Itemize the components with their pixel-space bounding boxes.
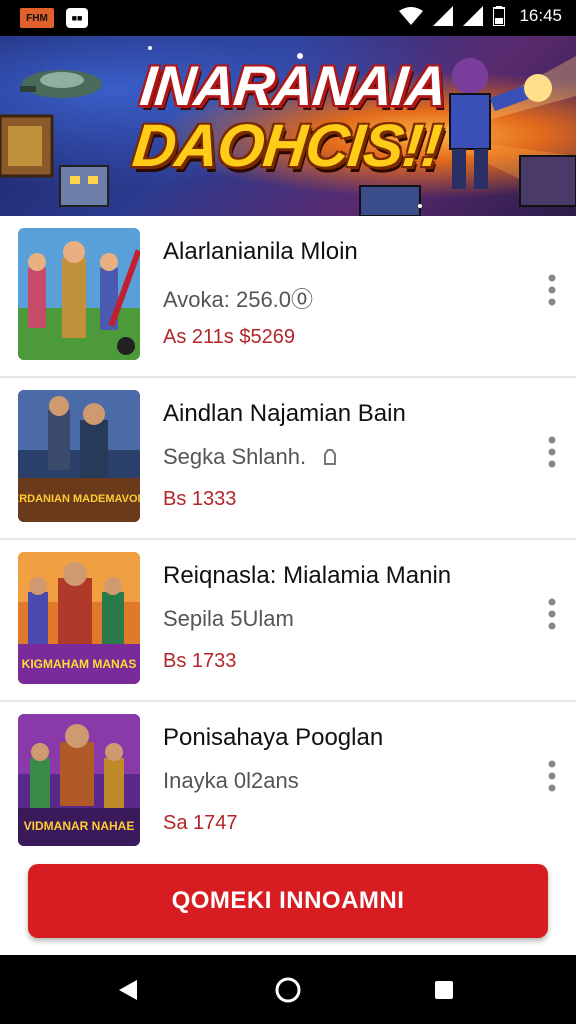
hero-title: INARANAIA DAOHCIS!!	[94, 54, 486, 179]
signal-secondary-icon	[463, 6, 484, 26]
signal-icon	[433, 6, 454, 26]
item-subtitle: Sepila 5Ulam	[163, 606, 294, 631]
more-options-icon[interactable]	[546, 596, 558, 632]
item-price: Bs 1733	[163, 650, 237, 672]
game-list: Alarlanianila Mloin Avoka: 256.0⓪ As 211…	[0, 216, 576, 864]
hero-title-line-2: DAOHCIS!!	[129, 112, 445, 179]
primary-action-button[interactable]: QOMEKI INNOAMNI	[28, 864, 548, 938]
status-time: 16:45	[519, 6, 562, 25]
item-price: Bs 1333	[163, 488, 237, 510]
more-options-icon[interactable]	[546, 272, 558, 308]
crate-icon	[0, 114, 54, 178]
hero-banner[interactable]: INARANAIA DAOHCIS!!	[0, 36, 576, 216]
item-subtitle: Segka Shlanh.	[163, 444, 338, 470]
game-thumbnail[interactable]: FERDANIAN MADEMAVONS	[18, 390, 140, 522]
item-title: Alarlanianila Mloin	[163, 238, 358, 265]
spaceship-icon	[20, 70, 102, 98]
game-thumbnail[interactable]: VIDMANAR NAHAE	[18, 714, 140, 846]
item-subtitle-text: Segka Shlanh.	[163, 444, 307, 469]
home-button[interactable]	[248, 955, 328, 1024]
tag-icon	[324, 449, 337, 465]
item-subtitle: Avoka: 256.0⓪	[163, 287, 314, 312]
list-item[interactable]: KIGMAHAM MANAS Reiqnasla: Mialamia Manin…	[0, 540, 576, 702]
wifi-icon	[399, 7, 424, 25]
item-subtitle: Inayka 0l2ans	[163, 768, 299, 793]
app-notification-icon: FHM	[20, 8, 54, 28]
hero-title-line-1: INARANAIA	[137, 54, 450, 117]
home-circle-icon	[275, 977, 301, 1002]
more-options-icon[interactable]	[546, 758, 558, 794]
item-price: Sa 1747	[163, 812, 238, 834]
item-title: Ponisahaya Pooglan	[163, 724, 384, 751]
item-title: Reiqnasla: Mialamia Manin	[163, 562, 452, 589]
list-item[interactable]: Alarlanianila Mloin Avoka: 256.0⓪ As 211…	[0, 216, 576, 378]
status-bar: FHM ■■ 16:45	[0, 0, 576, 36]
thumbnail-title: KIGMAHAM MANAS	[22, 657, 137, 671]
more-options-icon[interactable]	[546, 434, 558, 470]
cta-area: QOMEKI INNOAMNI	[0, 850, 576, 955]
recents-button[interactable]	[404, 955, 484, 1024]
thumbnail-title: FERDANIAN MADEMAVONS	[18, 493, 140, 505]
thumbnail-title: VIDMANAR NAHAE	[24, 819, 135, 833]
battery-icon	[493, 6, 506, 26]
recents-square-icon	[435, 980, 453, 999]
list-item[interactable]: FERDANIAN MADEMAVONS Aindlan Najamian Ba…	[0, 378, 576, 540]
list-item[interactable]: VIDMANAR NAHAE Ponisahaya Pooglan Inayka…	[0, 702, 576, 864]
back-triangle-icon	[119, 979, 137, 1000]
back-button[interactable]	[88, 955, 168, 1024]
game-thumbnail[interactable]: KIGMAHAM MANAS	[18, 552, 140, 684]
item-price: As 211s $5269	[163, 326, 295, 348]
message-notification-icon: ■■	[66, 8, 88, 28]
item-title: Aindlan Najamian Bain	[163, 400, 406, 427]
navigation-bar	[0, 955, 576, 1024]
game-thumbnail[interactable]	[18, 228, 140, 360]
